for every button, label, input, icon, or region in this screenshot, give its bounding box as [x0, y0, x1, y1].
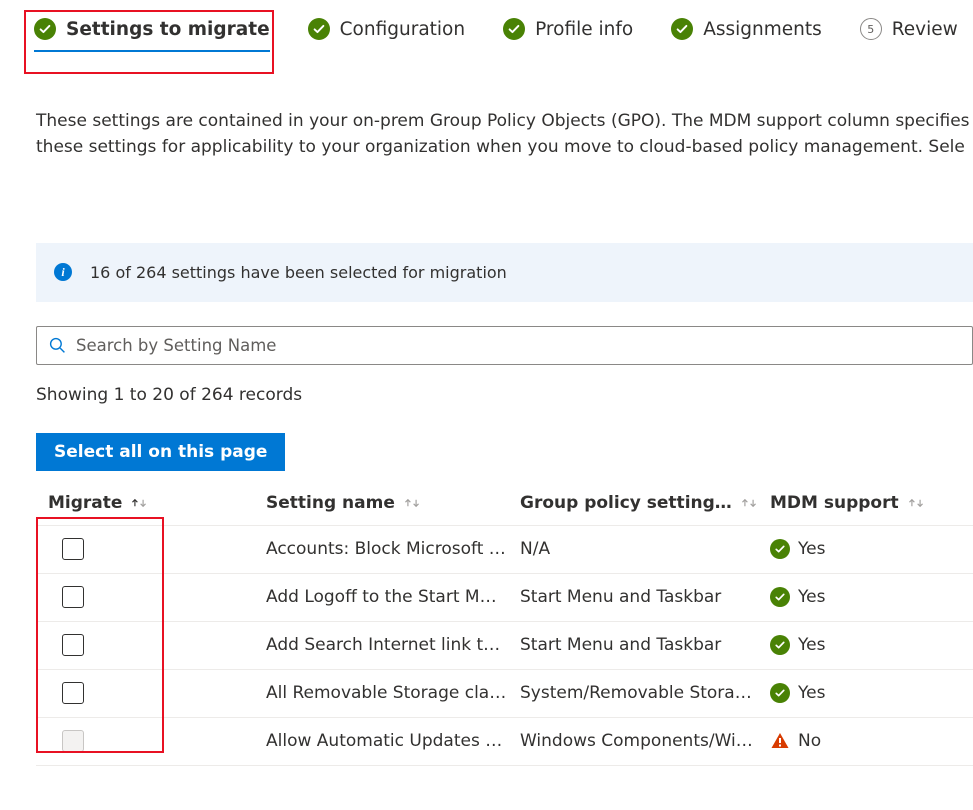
sort-icon — [907, 496, 925, 510]
description-text: These settings are contained in your on-… — [36, 108, 973, 161]
select-all-button[interactable]: Select all on this page — [36, 433, 285, 471]
warning-icon — [770, 731, 790, 751]
group-policy-cell: System/Removable Storag… — [520, 683, 770, 703]
tab-label: Configuration — [340, 19, 465, 40]
info-text: 16 of 264 settings have been selected fo… — [90, 263, 507, 282]
check-icon — [308, 18, 330, 40]
migrate-checkbox[interactable] — [62, 586, 84, 608]
migrate-checkbox[interactable] — [62, 682, 84, 704]
search-box[interactable] — [36, 326, 973, 365]
table-row: Accounts: Block Microsoft …N/A Yes — [36, 526, 973, 574]
tab-label: Assignments — [703, 19, 822, 40]
mdm-support-value: Yes — [798, 587, 825, 607]
mdm-support-value: No — [798, 731, 821, 751]
migrate-checkbox[interactable] — [62, 538, 84, 560]
table-row: Add Search Internet link t…Start Menu an… — [36, 622, 973, 670]
group-policy-cell: Start Menu and Taskbar — [520, 635, 770, 655]
table-row: All Removable Storage cla…System/Removab… — [36, 670, 973, 718]
mdm-support-value: Yes — [798, 683, 825, 703]
col-header-label: Setting name — [266, 493, 395, 513]
tab-label: Profile info — [535, 19, 633, 40]
tab-label: Review — [892, 19, 958, 40]
success-check-icon — [770, 539, 790, 559]
search-icon — [49, 337, 66, 354]
col-header-migrate[interactable]: Migrate — [36, 493, 266, 513]
col-header-mdm[interactable]: MDM support — [770, 493, 973, 513]
mdm-support-value: Yes — [798, 635, 825, 655]
tab-configuration[interactable]: Configuration — [308, 18, 465, 52]
success-check-icon — [770, 635, 790, 655]
col-header-label: MDM support — [770, 493, 899, 513]
search-input[interactable] — [76, 336, 960, 355]
tab-review[interactable]: 5 Review — [860, 18, 958, 52]
table-body: Accounts: Block Microsoft …N/AYesAdd Log… — [36, 526, 973, 766]
setting-name-cell: Add Search Internet link t… — [266, 635, 520, 655]
success-check-icon — [770, 587, 790, 607]
group-policy-cell: N/A — [520, 539, 770, 559]
col-header-group[interactable]: Group policy setting… — [520, 493, 770, 513]
sort-icon — [740, 496, 758, 510]
col-header-setting[interactable]: Setting name — [266, 493, 520, 513]
record-count: Showing 1 to 20 of 264 records — [36, 385, 973, 405]
table-row: Allow Automatic Updates …Windows Compone… — [36, 718, 973, 766]
tab-profile-info[interactable]: Profile info — [503, 18, 633, 52]
check-icon — [671, 18, 693, 40]
info-icon: i — [54, 263, 72, 281]
settings-table: Migrate Setting name Group policy settin… — [36, 481, 973, 766]
col-header-label: Group policy setting… — [520, 493, 732, 513]
migrate-checkbox — [62, 730, 84, 752]
step-number-icon: 5 — [860, 18, 882, 40]
tab-assignments[interactable]: Assignments — [671, 18, 822, 52]
tab-settings-to-migrate[interactable]: Settings to migrate — [34, 18, 270, 52]
check-icon — [34, 18, 56, 40]
check-icon — [503, 18, 525, 40]
setting-name-cell: All Removable Storage cla… — [266, 683, 520, 703]
setting-name-cell: Allow Automatic Updates … — [266, 731, 520, 751]
col-header-label: Migrate — [48, 493, 122, 513]
table-row: Add Logoff to the Start M…Start Menu and… — [36, 574, 973, 622]
sort-icon — [403, 496, 421, 510]
group-policy-cell: Windows Components/Wi… — [520, 731, 770, 751]
wizard-tabs: Settings to migrate Configuration Profile … — [0, 0, 973, 52]
group-policy-cell: Start Menu and Taskbar — [520, 587, 770, 607]
setting-name-cell: Add Logoff to the Start M… — [266, 587, 520, 607]
mdm-support-value: Yes — [798, 539, 825, 559]
info-bar: i 16 of 264 settings have been selected … — [36, 243, 973, 302]
migrate-checkbox[interactable] — [62, 634, 84, 656]
sort-icon — [130, 496, 148, 510]
table-header: Migrate Setting name Group policy settin… — [36, 481, 973, 526]
setting-name-cell: Accounts: Block Microsoft … — [266, 539, 520, 559]
tab-label: Settings to migrate — [66, 19, 270, 40]
success-check-icon — [770, 683, 790, 703]
